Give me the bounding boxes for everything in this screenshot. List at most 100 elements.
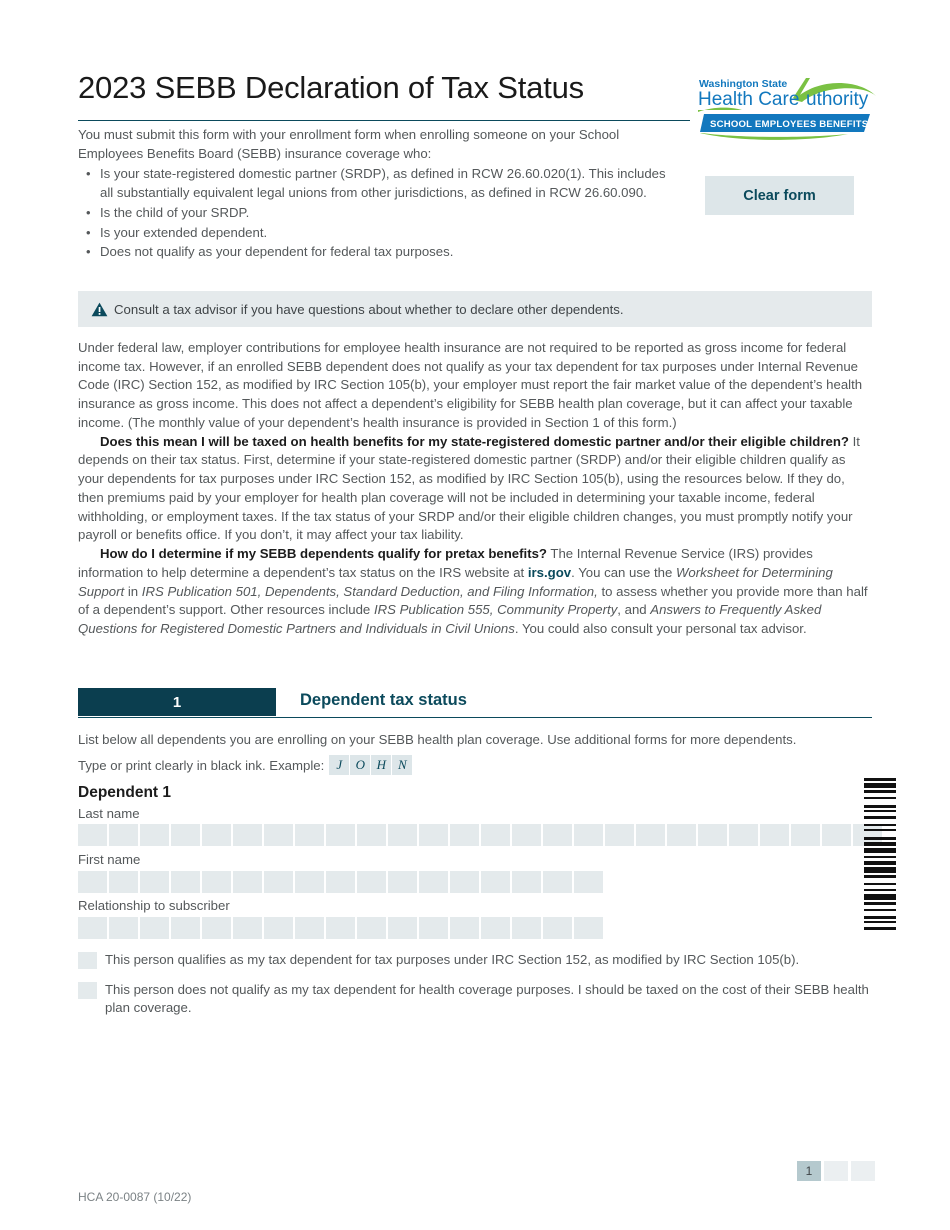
q2-text-2: . You can use the bbox=[571, 564, 676, 580]
q2-text-5: , and bbox=[617, 602, 651, 618]
character-cell[interactable] bbox=[326, 824, 355, 846]
q2-italic-pub501: IRS Publication 501, Dependents, Standar… bbox=[141, 583, 598, 599]
character-cell[interactable] bbox=[326, 871, 355, 893]
character-cell[interactable] bbox=[512, 871, 541, 893]
character-cell[interactable] bbox=[264, 824, 293, 846]
last-name-input-row[interactable] bbox=[78, 824, 884, 846]
character-cell[interactable] bbox=[202, 917, 231, 939]
dependent-1-heading: Dependent 1 bbox=[78, 784, 172, 801]
character-cell[interactable] bbox=[109, 824, 138, 846]
character-cell[interactable] bbox=[574, 824, 603, 846]
character-cell[interactable] bbox=[481, 917, 510, 939]
page-number-boxes: 1 bbox=[797, 1161, 878, 1181]
character-cell[interactable] bbox=[543, 824, 572, 846]
character-cell[interactable] bbox=[109, 871, 138, 893]
character-cell[interactable] bbox=[295, 871, 324, 893]
character-cell[interactable] bbox=[450, 871, 479, 893]
hca-sebb-logo: Washington State Health Care uthority SC… bbox=[698, 76, 878, 142]
not-qualifies-checkbox-row[interactable]: This person does not qualify as my tax d… bbox=[78, 981, 878, 1018]
section-title: Dependent tax status bbox=[300, 691, 467, 709]
page-box-3[interactable] bbox=[851, 1161, 875, 1181]
character-cell[interactable] bbox=[326, 917, 355, 939]
character-cell[interactable] bbox=[419, 917, 448, 939]
character-cell[interactable] bbox=[264, 917, 293, 939]
q2-text-3: in bbox=[124, 583, 142, 599]
character-cell[interactable] bbox=[202, 824, 231, 846]
character-cell[interactable] bbox=[171, 917, 200, 939]
character-cell[interactable] bbox=[481, 824, 510, 846]
character-cell[interactable] bbox=[109, 917, 138, 939]
q2-italic-pub555: IRS Publication 555, Community Property bbox=[373, 602, 618, 618]
character-cell[interactable] bbox=[140, 917, 169, 939]
character-cell[interactable] bbox=[78, 871, 107, 893]
paragraph-question-1: Does this mean I will be taxed on health… bbox=[78, 433, 872, 545]
example-row: Type or print clearly in black ink. Exam… bbox=[78, 755, 413, 775]
character-cell[interactable] bbox=[481, 871, 510, 893]
character-cell[interactable] bbox=[264, 871, 293, 893]
character-cell[interactable] bbox=[140, 824, 169, 846]
title-divider bbox=[78, 120, 690, 121]
example-letter: H bbox=[371, 755, 392, 775]
relationship-input-row[interactable] bbox=[78, 917, 605, 939]
character-cell[interactable] bbox=[233, 871, 262, 893]
relationship-label: Relationship to subscriber bbox=[78, 898, 230, 913]
character-cell[interactable] bbox=[357, 917, 386, 939]
character-cell[interactable] bbox=[729, 824, 758, 846]
character-cell[interactable] bbox=[574, 871, 603, 893]
page-box-1[interactable]: 1 bbox=[797, 1161, 821, 1181]
character-cell[interactable] bbox=[450, 824, 479, 846]
character-cell[interactable] bbox=[357, 871, 386, 893]
irs-gov-link[interactable]: irs.gov bbox=[528, 565, 571, 580]
character-cell[interactable] bbox=[636, 824, 665, 846]
character-cell[interactable] bbox=[171, 824, 200, 846]
character-cell[interactable] bbox=[760, 824, 789, 846]
character-cell[interactable] bbox=[357, 824, 386, 846]
character-cell[interactable] bbox=[512, 824, 541, 846]
character-cell[interactable] bbox=[419, 824, 448, 846]
first-name-label: First name bbox=[78, 852, 141, 867]
checkbox-not-qualifies-label: This person does not qualify as my tax d… bbox=[105, 982, 869, 1016]
character-cell[interactable] bbox=[171, 871, 200, 893]
svg-text:SCHOOL EMPLOYEES BENEFITS BOAR: SCHOOL EMPLOYEES BENEFITS BOARD bbox=[710, 119, 878, 130]
character-cell[interactable] bbox=[140, 871, 169, 893]
document-page: 2023 SEBB Declaration of Tax Status You … bbox=[0, 0, 950, 1230]
list-item: Is your state-registered domestic partne… bbox=[86, 165, 678, 202]
character-cell[interactable] bbox=[388, 824, 417, 846]
character-cell[interactable] bbox=[78, 917, 107, 939]
character-cell[interactable] bbox=[202, 871, 231, 893]
page-box-2[interactable] bbox=[824, 1161, 848, 1181]
qualifies-checkbox-row[interactable]: This person qualifies as my tax dependen… bbox=[78, 951, 878, 969]
checkbox-qualifies[interactable] bbox=[78, 952, 97, 969]
character-cell[interactable] bbox=[388, 917, 417, 939]
character-cell[interactable] bbox=[233, 917, 262, 939]
character-cell[interactable] bbox=[233, 824, 262, 846]
clear-form-button[interactable]: Clear form bbox=[705, 176, 854, 215]
character-cell[interactable] bbox=[574, 917, 603, 939]
question-2-heading: How do I determine if my SEBB dependents… bbox=[100, 546, 547, 562]
character-cell[interactable] bbox=[388, 871, 417, 893]
page-title: 2023 SEBB Declaration of Tax Status bbox=[78, 70, 584, 105]
character-cell[interactable] bbox=[543, 871, 572, 893]
intro-lead-text: You must submit this form with your enro… bbox=[78, 127, 620, 161]
checkbox-not-qualifies[interactable] bbox=[78, 982, 97, 999]
character-cell[interactable] bbox=[667, 824, 696, 846]
character-cell[interactable] bbox=[78, 824, 107, 846]
intro-block: You must submit this form with your enro… bbox=[78, 126, 678, 263]
character-cell[interactable] bbox=[791, 824, 820, 846]
section-number-badge: 1 bbox=[78, 688, 276, 716]
section-divider bbox=[78, 717, 872, 718]
character-cell[interactable] bbox=[822, 824, 851, 846]
section-1-header: 1 Dependent tax status bbox=[78, 688, 872, 716]
character-cell[interactable] bbox=[419, 871, 448, 893]
first-name-input-row[interactable] bbox=[78, 871, 605, 893]
character-cell[interactable] bbox=[450, 917, 479, 939]
character-cell[interactable] bbox=[605, 824, 634, 846]
character-cell[interactable] bbox=[698, 824, 727, 846]
question-1-heading: Does this mean I will be taxed on health… bbox=[100, 433, 849, 449]
character-cell[interactable] bbox=[295, 917, 324, 939]
character-cell[interactable] bbox=[295, 824, 324, 846]
svg-text:uthority: uthority bbox=[806, 89, 869, 110]
character-cell[interactable] bbox=[543, 917, 572, 939]
list-item: Is your extended dependent. bbox=[86, 224, 678, 243]
character-cell[interactable] bbox=[512, 917, 541, 939]
